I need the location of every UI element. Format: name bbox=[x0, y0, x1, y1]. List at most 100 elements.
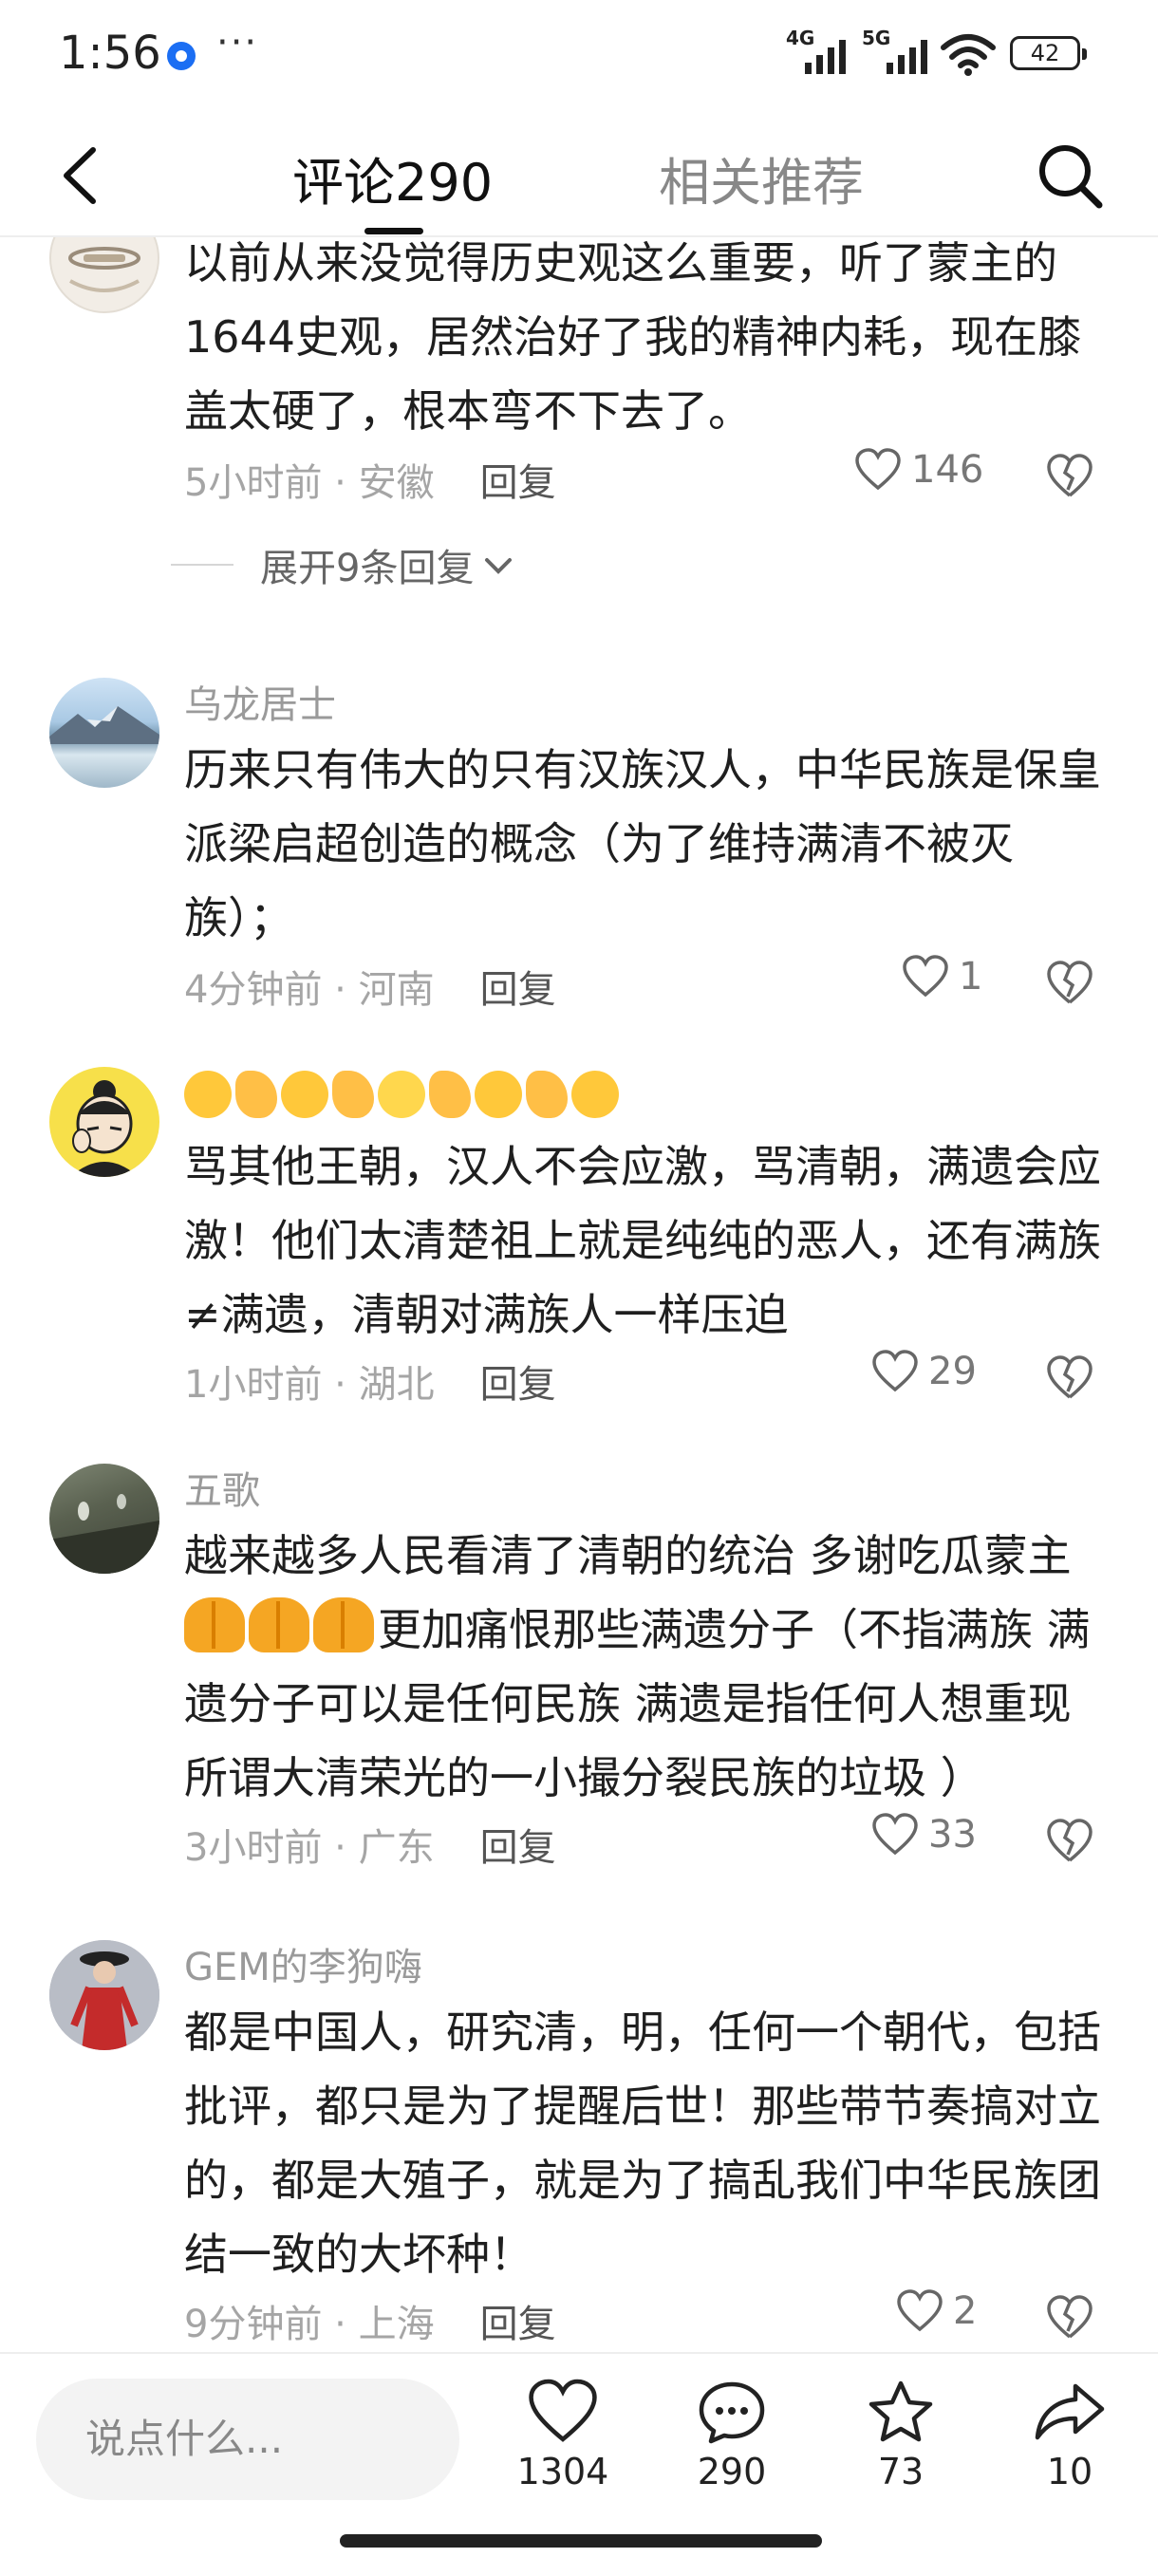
like-count: 2 bbox=[953, 2289, 978, 2333]
dislike-icon[interactable] bbox=[1044, 2293, 1095, 2341]
like-button[interactable]: 146 bbox=[854, 448, 983, 492]
laughing-emoji-icon bbox=[184, 1071, 232, 1118]
tab-comments[interactable]: 评论290 bbox=[292, 140, 493, 215]
expand-replies-label: 展开9条回复 bbox=[260, 547, 475, 590]
comment-time: 4分钟前 bbox=[184, 968, 323, 1012]
point-left-emoji-icon bbox=[526, 1071, 568, 1118]
like-count: 29 bbox=[928, 1350, 977, 1393]
battery-icon: 42 bbox=[1010, 36, 1087, 70]
laughing-emoji-icon bbox=[281, 1071, 328, 1118]
comment-time: 9分钟前 bbox=[184, 2303, 323, 2346]
avatar[interactable] bbox=[49, 1940, 159, 2050]
laughing-emoji-icon bbox=[475, 1071, 522, 1118]
like-button[interactable]: 29 bbox=[871, 1350, 977, 1393]
comment-text-line: 越来越多人民看清了清朝的统治 多谢吃瓜蒙主 bbox=[184, 1530, 1072, 1581]
avatar[interactable] bbox=[49, 678, 159, 788]
dislike-icon[interactable] bbox=[1044, 452, 1095, 499]
party-face-emoji-icon bbox=[378, 1071, 425, 1118]
comment-username[interactable]: GEM的李狗嗨 bbox=[184, 1936, 422, 1991]
comment-text: 都是中国人，研究清，明，任何一个朝代，包括批评，都只是为了提醒后世！那些带节奏搞… bbox=[184, 2007, 1101, 2280]
favorite-total: 73 bbox=[877, 2451, 925, 2492]
heart-icon bbox=[855, 448, 901, 491]
avatar[interactable] bbox=[49, 1067, 159, 1177]
status-more-icon: ··· bbox=[216, 21, 259, 65]
comment-location: 安徽 bbox=[358, 461, 435, 505]
share-button[interactable]: 10 bbox=[1008, 2379, 1131, 2492]
divider bbox=[171, 564, 233, 566]
comment-time: 1小时前 bbox=[184, 1363, 323, 1407]
comment-meta: 5小时前 · 安徽 回复 bbox=[184, 461, 556, 505]
reply-button[interactable]: 回复 bbox=[480, 1826, 556, 1870]
heart-icon bbox=[872, 1350, 918, 1392]
laughing-emoji-icon bbox=[571, 1071, 619, 1118]
signal-5g-icon: 5G bbox=[862, 27, 934, 74]
comment-location: 广东 bbox=[358, 1826, 435, 1870]
avatar[interactable] bbox=[49, 1464, 159, 1574]
dislike-icon[interactable] bbox=[1044, 959, 1095, 1006]
comment-meta: 9分钟前 · 上海 回复 bbox=[184, 2303, 556, 2346]
point-right-emoji-icon bbox=[332, 1071, 374, 1118]
home-indicator[interactable] bbox=[340, 2534, 822, 2548]
like-count: 33 bbox=[928, 1813, 977, 1857]
reply-button[interactable]: 回复 bbox=[480, 461, 556, 505]
folded-hands-emoji-icon bbox=[313, 1597, 374, 1652]
comment-list[interactable]: 以前从来没觉得历史观这么重要，听了蒙主的1644史观，居然治好了我的精神内耗，现… bbox=[0, 237, 1158, 2350]
like-total: 1304 bbox=[516, 2451, 609, 2492]
comment-item: GEM的李狗嗨 都是中国人，研究清，明，任何一个朝代，包括批评，都只是为了提醒后… bbox=[0, 1936, 1158, 2350]
point-down-emoji-icon bbox=[235, 1071, 277, 1118]
comment-text: 历来只有伟大的只有汉族汉人，中华民族是保皇派梁启超创造的概念（为了维持满清不被灭… bbox=[184, 744, 1101, 943]
like-button[interactable]: 1 bbox=[902, 955, 982, 999]
avatar[interactable] bbox=[49, 237, 159, 313]
comment-username[interactable]: 五歌 bbox=[184, 1460, 260, 1515]
share-total: 10 bbox=[1046, 2451, 1093, 2492]
search-icon[interactable] bbox=[1033, 139, 1109, 215]
comment-location: 上海 bbox=[358, 2303, 435, 2346]
comment-meta: 3小时前 · 广东 回复 bbox=[184, 1826, 556, 1870]
reply-button[interactable]: 回复 bbox=[480, 968, 556, 1012]
status-time: 1:56 bbox=[59, 27, 161, 80]
reply-button[interactable]: 回复 bbox=[480, 1363, 556, 1407]
star-icon bbox=[868, 2380, 933, 2442]
comment-text: 以前从来没觉得历史观这么重要，听了蒙主的1644史观，居然治好了我的精神内耗，现… bbox=[184, 237, 1082, 437]
comment-username[interactable]: 乌龙居士 bbox=[184, 674, 336, 729]
comment-total: 290 bbox=[697, 2451, 767, 2492]
comment-location: 河南 bbox=[358, 968, 435, 1012]
comment-bubble-icon bbox=[699, 2381, 765, 2444]
like-video-button[interactable]: 1304 bbox=[501, 2379, 625, 2492]
comments-header: 评论290 相关推荐 bbox=[0, 112, 1158, 237]
like-button[interactable]: 33 bbox=[871, 1813, 977, 1857]
active-tab-indicator bbox=[364, 228, 423, 234]
like-count: 1 bbox=[959, 955, 983, 999]
wifi-icon bbox=[941, 34, 996, 76]
heart-icon bbox=[897, 2289, 943, 2332]
comment-input[interactable]: 说点什么... bbox=[36, 2379, 459, 2500]
like-button[interactable]: 2 bbox=[896, 2289, 977, 2333]
comment-item: 乌龙居士 历来只有伟大的只有汉族汉人，中华民族是保皇派梁启超创造的概念（为了维持… bbox=[0, 674, 1158, 1054]
comment-location: 湖北 bbox=[358, 1363, 435, 1407]
comment-text: 越来越多人民看清了清朝的统治 多谢吃瓜蒙主 更加痛恨那些满遗分子（不指满族 满遗… bbox=[184, 1519, 1114, 1815]
share-arrow-icon bbox=[1035, 2383, 1105, 2440]
folded-hands-emoji-icon bbox=[249, 1597, 309, 1652]
dislike-icon[interactable] bbox=[1044, 1817, 1095, 1864]
username-emoji-row[interactable] bbox=[184, 1071, 619, 1118]
heart-icon bbox=[529, 2379, 597, 2442]
notification-dot-icon bbox=[167, 42, 196, 70]
point-left-emoji-icon bbox=[429, 1071, 471, 1118]
back-arrow-icon[interactable] bbox=[55, 142, 112, 209]
reply-button[interactable]: 回复 bbox=[480, 2303, 556, 2346]
folded-hands-emoji-icon bbox=[184, 1597, 245, 1652]
status-bar: 1:56 ··· 4G 5G 42 bbox=[0, 0, 1158, 112]
chevron-down-icon bbox=[485, 558, 513, 574]
like-count: 146 bbox=[911, 448, 984, 492]
comment-item: 以前从来没觉得历史观这么重要，听了蒙主的1644史观，居然治好了我的精神内耗，现… bbox=[0, 237, 1158, 602]
comment-meta: 4分钟前 · 河南 回复 bbox=[184, 968, 556, 1012]
comment-meta: 1小时前 · 湖北 回复 bbox=[184, 1363, 556, 1407]
tab-related-recommendations[interactable]: 相关推荐 bbox=[659, 140, 864, 215]
comment-time: 5小时前 bbox=[184, 461, 323, 505]
favorite-button[interactable]: 73 bbox=[839, 2379, 962, 2492]
expand-replies-button[interactable]: 展开9条回复 bbox=[171, 537, 517, 592]
comments-button[interactable]: 290 bbox=[670, 2379, 794, 2492]
heart-icon bbox=[872, 1813, 918, 1856]
heart-icon bbox=[903, 955, 948, 998]
dislike-icon[interactable] bbox=[1044, 1353, 1095, 1401]
